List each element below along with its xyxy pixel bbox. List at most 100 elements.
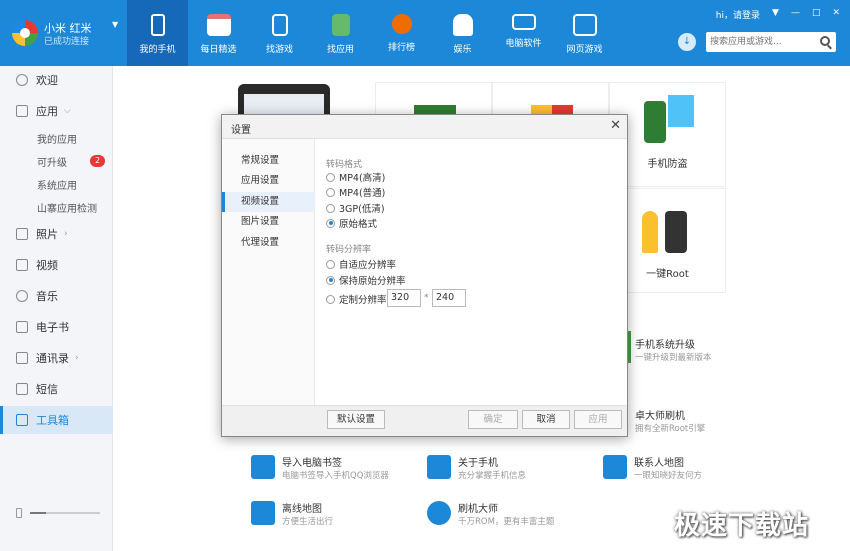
- nav-my-phone[interactable]: 我的手机: [127, 0, 188, 66]
- nav-find-apps[interactable]: 找应用: [310, 0, 371, 66]
- tool-zhuodashi-flash[interactable]: 卓大师刷机 拥有全新Root引擎: [629, 406, 799, 442]
- format-radio-mp4-hd[interactable]: MP4(高清): [326, 170, 385, 184]
- sidebar-item-fake-app-check[interactable]: 山寨应用检测: [0, 193, 113, 221]
- download-icon[interactable]: ↓: [678, 33, 696, 51]
- web-game-icon: [572, 14, 597, 36]
- settings-dialog: 设置 ✕ 常规设置 应用设置 视频设置 图片设置 代理设置 转码格式 MP4(高…: [221, 114, 628, 437]
- tool-flash-master[interactable]: 刷机大师 千万ROM，更有丰富主题: [427, 499, 597, 535]
- nav-label: 网页游戏: [566, 45, 603, 55]
- main-nav: 我的手机 每日精选 找游戏 找应用 排行榜 娱乐 电脑软件 网页游戏: [127, 0, 615, 66]
- sidebar-item-label: 视频: [36, 259, 58, 272]
- search-box: [706, 32, 836, 52]
- nav-daily-picks[interactable]: 每日精选: [188, 0, 249, 66]
- tool-contact-map[interactable]: 联系人地图 一眼知晓好友何方: [603, 453, 773, 489]
- menu-image-settings[interactable]: 图片设置: [222, 212, 315, 232]
- sidebar-item-toolbox[interactable]: 工具箱: [0, 406, 113, 434]
- menu-general-settings[interactable]: 常规设置: [222, 151, 315, 171]
- tool-offline-map[interactable]: 离线地图 方便生活出行: [251, 499, 421, 535]
- site-watermark: 极速下载站: [674, 511, 810, 541]
- nav-web-games[interactable]: 网页游戏: [554, 0, 615, 66]
- upgrade-count-badge: 2: [90, 155, 106, 167]
- tool-about-phone[interactable]: 关于手机 充分掌握手机信息: [427, 453, 597, 489]
- format-radio-3gp[interactable]: 3GP(低清): [326, 201, 385, 215]
- default-settings-button[interactable]: 默认设置: [327, 410, 385, 429]
- minimize-icon[interactable]: —: [791, 8, 800, 21]
- tool-system-upgrade[interactable]: 手机系统升级 一键升级到最新版本: [629, 335, 799, 371]
- login-link[interactable]: hi，请登录: [716, 8, 760, 21]
- radio-label: 保持原始分辨率: [339, 276, 406, 287]
- tool-desc: 一眼知晓好友何方: [634, 471, 703, 481]
- maximize-icon[interactable]: □: [812, 8, 821, 21]
- sidebar-item-contacts[interactable]: 通讯录 ›: [0, 344, 113, 372]
- device-dropdown-icon[interactable]: ▼: [112, 20, 118, 29]
- photo-icon: [16, 228, 28, 240]
- search-input[interactable]: [710, 34, 814, 50]
- apps-grid-icon: [16, 105, 28, 117]
- nav-label: 我的手机: [139, 45, 176, 55]
- tool-desc: 千万ROM，更有丰富主题: [458, 517, 555, 527]
- times-symbol: *: [424, 293, 429, 303]
- tool-import-bookmarks[interactable]: 导入电脑书签 电脑书签导入手机QQ浏览器: [251, 453, 421, 489]
- format-radio-original[interactable]: 原始格式: [326, 216, 377, 230]
- contacts-icon: [16, 352, 28, 364]
- tool-title: 卓大师刷机: [635, 411, 685, 422]
- sidebar-item-videos[interactable]: 视频: [0, 251, 113, 279]
- sidebar-item-label: 照片: [36, 228, 58, 241]
- resolution-section-title: 转码分辨率: [326, 245, 372, 255]
- map-pin-icon: [603, 455, 627, 479]
- sidebar-item-photos[interactable]: 照片 ›: [0, 220, 113, 248]
- sidebar-item-welcome[interactable]: 欢迎: [0, 66, 113, 94]
- medal-icon: [391, 14, 412, 34]
- radio-icon: [326, 187, 335, 197]
- menu-app-settings[interactable]: 应用设置: [222, 171, 315, 191]
- device-info[interactable]: 小米 红米 已成功连接 ▼: [12, 18, 127, 50]
- sidebar-item-ebooks[interactable]: 电子书: [0, 313, 113, 341]
- tool-desc: 一键升级到最新版本: [635, 353, 712, 363]
- search-icon[interactable]: [820, 36, 830, 46]
- format-radio-mp4-normal[interactable]: MP4(普通): [326, 185, 385, 199]
- close-icon[interactable]: ✕: [832, 8, 840, 21]
- sidebar: 欢迎 应用 ⌵ 我的应用 可升级 2 系统应用 山寨应用检测 照片 › 视频 音…: [0, 66, 113, 551]
- dialog-title: 设置: [231, 125, 251, 136]
- nav-pc-software[interactable]: 电脑软件: [493, 0, 554, 66]
- nav-find-games[interactable]: 找游戏: [249, 0, 310, 66]
- music-icon: [16, 290, 28, 302]
- video-icon: [16, 259, 28, 271]
- message-icon: [16, 383, 28, 395]
- top-header: 小米 红米 已成功连接 ▼ 我的手机 每日精选 找游戏 找应用 排行榜 娱乐 电…: [0, 0, 850, 66]
- nav-rankings[interactable]: 排行榜: [371, 0, 432, 66]
- sidebar-item-label: 音乐: [36, 290, 58, 303]
- map-lock-icon: [668, 95, 694, 127]
- menu-icon[interactable]: ▼: [772, 8, 779, 21]
- menu-video-settings[interactable]: 视频设置: [222, 192, 315, 212]
- phone-lock-icon: [644, 101, 666, 143]
- radio-icon: [326, 172, 335, 182]
- apply-button[interactable]: 应用: [574, 410, 622, 429]
- radio-label: 自适应分辨率: [339, 260, 397, 271]
- custom-height-field[interactable]: 240: [432, 289, 466, 307]
- nav-entertainment[interactable]: 娱乐: [432, 0, 493, 66]
- sidebar-item-apps[interactable]: 应用 ⌵: [0, 97, 113, 125]
- format-section-title: 转码格式: [326, 160, 363, 170]
- tool-title: 刷机大师: [458, 504, 498, 515]
- nav-label: 电脑软件: [505, 39, 542, 49]
- nav-label: 找应用: [326, 45, 354, 55]
- sidebar-item-music[interactable]: 音乐: [0, 282, 113, 310]
- custom-width-field[interactable]: 320: [387, 289, 421, 307]
- tool-title: 导入电脑书签: [282, 458, 342, 469]
- ok-button[interactable]: 确定: [468, 410, 518, 429]
- radio-selected-icon: [326, 218, 335, 228]
- menu-proxy-settings[interactable]: 代理设置: [222, 233, 315, 253]
- zoom-slider[interactable]: [16, 508, 100, 518]
- key-icon: [642, 211, 658, 253]
- res-radio-keep-original[interactable]: 保持原始分辨率: [326, 273, 406, 287]
- tool-title: 关于手机: [458, 458, 498, 469]
- res-radio-adaptive[interactable]: 自适应分辨率: [326, 257, 396, 271]
- tool-title: 离线地图: [282, 504, 322, 515]
- chevron-down-icon: ⌵: [64, 106, 71, 116]
- sidebar-item-sms[interactable]: 短信: [0, 375, 113, 403]
- device-logo-icon: [12, 20, 38, 46]
- res-radio-custom[interactable]: 定制分辨率: [326, 292, 387, 306]
- cancel-button[interactable]: 取消: [522, 410, 570, 429]
- close-icon[interactable]: ✕: [610, 118, 621, 133]
